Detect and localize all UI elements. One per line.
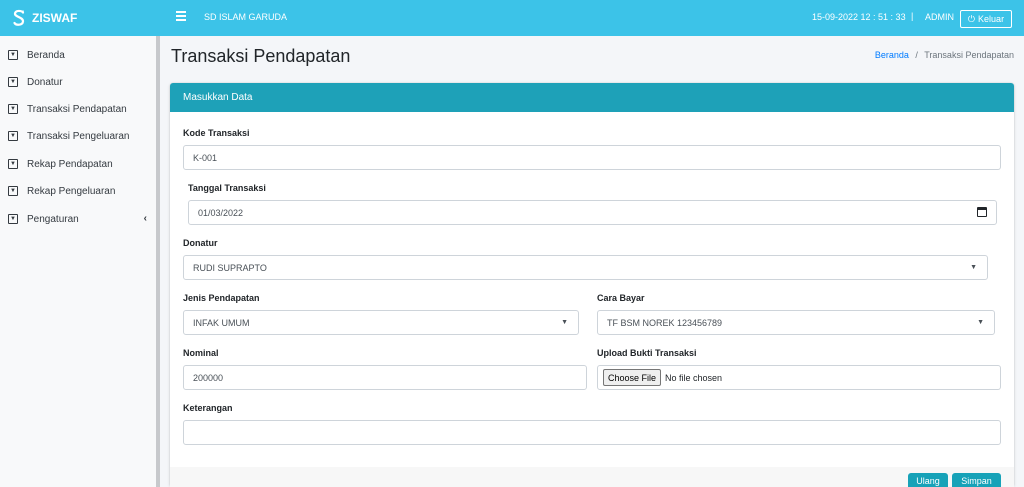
kode-transaksi-input[interactable]: K-001 [183, 145, 1001, 170]
chevron-down-icon: ▼ [561, 319, 568, 326]
chevron-left-icon: ‹ [143, 213, 147, 224]
user-name: ADMIN [925, 12, 954, 22]
reset-button[interactable]: Ulang [908, 473, 948, 487]
kode-transaksi-value: K-001 [193, 152, 218, 163]
top-navbar: ZISWAF SD ISLAM GARUDA 15-09-2022 12 : 5… [0, 0, 1024, 36]
school-name: SD ISLAM GARUDA [204, 12, 288, 22]
sidebar-item-label: Transaksi Pendapatan [27, 103, 127, 115]
sidebar-item-label: Donatur [27, 76, 63, 88]
logout-button[interactable]: ⏻ Keluar [960, 10, 1012, 28]
card-header: Masukkan Data [170, 83, 1014, 112]
upload-bukti-label: Upload Bukti Transaksi [597, 348, 697, 358]
jenis-pendapatan-value: INFAK UMUM [193, 317, 250, 328]
brand-name: ZISWAF [32, 11, 78, 25]
donatur-label: Donatur [183, 238, 218, 248]
sidebar-item-pengaturan[interactable]: ▼ Pengaturan ‹ [8, 210, 152, 228]
sidebar-item-transaksi-pengeluaran[interactable]: ▼ Transaksi Pengeluaran [8, 127, 152, 145]
caret-square-icon: ▼ [8, 77, 18, 87]
ziswaf-logo-icon [13, 9, 25, 26]
sidebar-item-transaksi-pendapatan[interactable]: ▼ Transaksi Pendapatan [8, 100, 152, 118]
tanggal-transaksi-value: 01/03/2022 [198, 207, 244, 218]
kode-transaksi-label: Kode Transaksi [183, 128, 250, 138]
tanggal-transaksi-label: Tanggal Transaksi [188, 183, 266, 193]
nominal-value: 200000 [193, 372, 224, 383]
submit-label: Simpan [961, 476, 992, 486]
sidebar-item-donatur[interactable]: ▼ Donatur [8, 73, 152, 91]
cara-bayar-value: TF BSM NOREK 123456789 [607, 317, 723, 328]
form-card: Masukkan Data Kode Transaksi K-001 Tangg… [170, 83, 1014, 487]
sidebar-item-rekap-pendapatan[interactable]: ▼ Rekap Pendapatan [8, 155, 152, 173]
nominal-label: Nominal [183, 348, 219, 358]
sidebar-item-label: Rekap Pengeluaran [27, 185, 116, 197]
caret-square-icon: ▼ [8, 186, 18, 196]
sidebar-item-beranda[interactable]: ▼ Beranda [8, 46, 152, 64]
separator: | [911, 11, 914, 21]
cara-bayar-label: Cara Bayar [597, 293, 645, 303]
chevron-down-icon: ▼ [977, 319, 984, 326]
jenis-pendapatan-label: Jenis Pendapatan [183, 293, 260, 303]
submit-button[interactable]: Simpan [952, 473, 1001, 487]
page-title: Transaksi Pendapatan [171, 46, 351, 66]
donatur-value: RUDI SUPRAPTO [193, 262, 267, 273]
caret-square-icon: ▼ [8, 104, 18, 114]
sidebar: ▼ Beranda ▼ Donatur ▼ Transaksi Pendapat… [0, 36, 160, 487]
breadcrumb-home-link[interactable]: Beranda [875, 50, 909, 60]
datetime: 15-09-2022 12 : 51 : 33 [812, 12, 906, 22]
jenis-pendapatan-select[interactable]: INFAK UMUM ▼ [183, 310, 579, 335]
sidebar-item-label: Transaksi Pengeluaran [27, 130, 130, 142]
sidebar-item-label: Pengaturan [27, 213, 79, 225]
choose-file-button[interactable]: Choose File [603, 369, 662, 386]
upload-bukti-input[interactable]: Choose File No file chosen [597, 365, 1001, 390]
breadcrumb-current: Transaksi Pendapatan [924, 50, 1014, 60]
tanggal-transaksi-input[interactable]: 01/03/2022 [188, 200, 997, 225]
power-icon: ⏻ [967, 13, 976, 24]
caret-square-icon: ▼ [8, 50, 18, 60]
calendar-icon[interactable] [977, 207, 987, 217]
nominal-input[interactable]: 200000 [183, 365, 587, 390]
menu-toggle-icon[interactable] [176, 11, 186, 21]
file-status: No file chosen [665, 372, 723, 383]
keterangan-label: Keterangan [183, 403, 233, 413]
logout-label: Keluar [978, 14, 1005, 24]
breadcrumb: Beranda / Transaksi Pendapatan [875, 50, 1014, 60]
keterangan-input[interactable] [183, 420, 1001, 445]
sidebar-item-rekap-pengeluaran[interactable]: ▼ Rekap Pengeluaran [8, 182, 152, 200]
card-footer [170, 467, 1014, 487]
sidebar-item-label: Beranda [27, 49, 65, 61]
chevron-down-icon: ▼ [970, 264, 977, 271]
donatur-select[interactable]: RUDI SUPRAPTO ▼ [183, 255, 988, 280]
sidebar-item-label: Rekap Pendapatan [27, 158, 113, 170]
caret-square-icon: ▼ [8, 159, 18, 169]
brand[interactable]: ZISWAF [0, 0, 160, 36]
breadcrumb-separator: / [915, 50, 918, 60]
caret-square-icon: ▼ [8, 131, 18, 141]
cara-bayar-select[interactable]: TF BSM NOREK 123456789 ▼ [597, 310, 995, 335]
reset-label: Ulang [916, 476, 940, 486]
caret-square-icon: ▼ [8, 214, 18, 224]
